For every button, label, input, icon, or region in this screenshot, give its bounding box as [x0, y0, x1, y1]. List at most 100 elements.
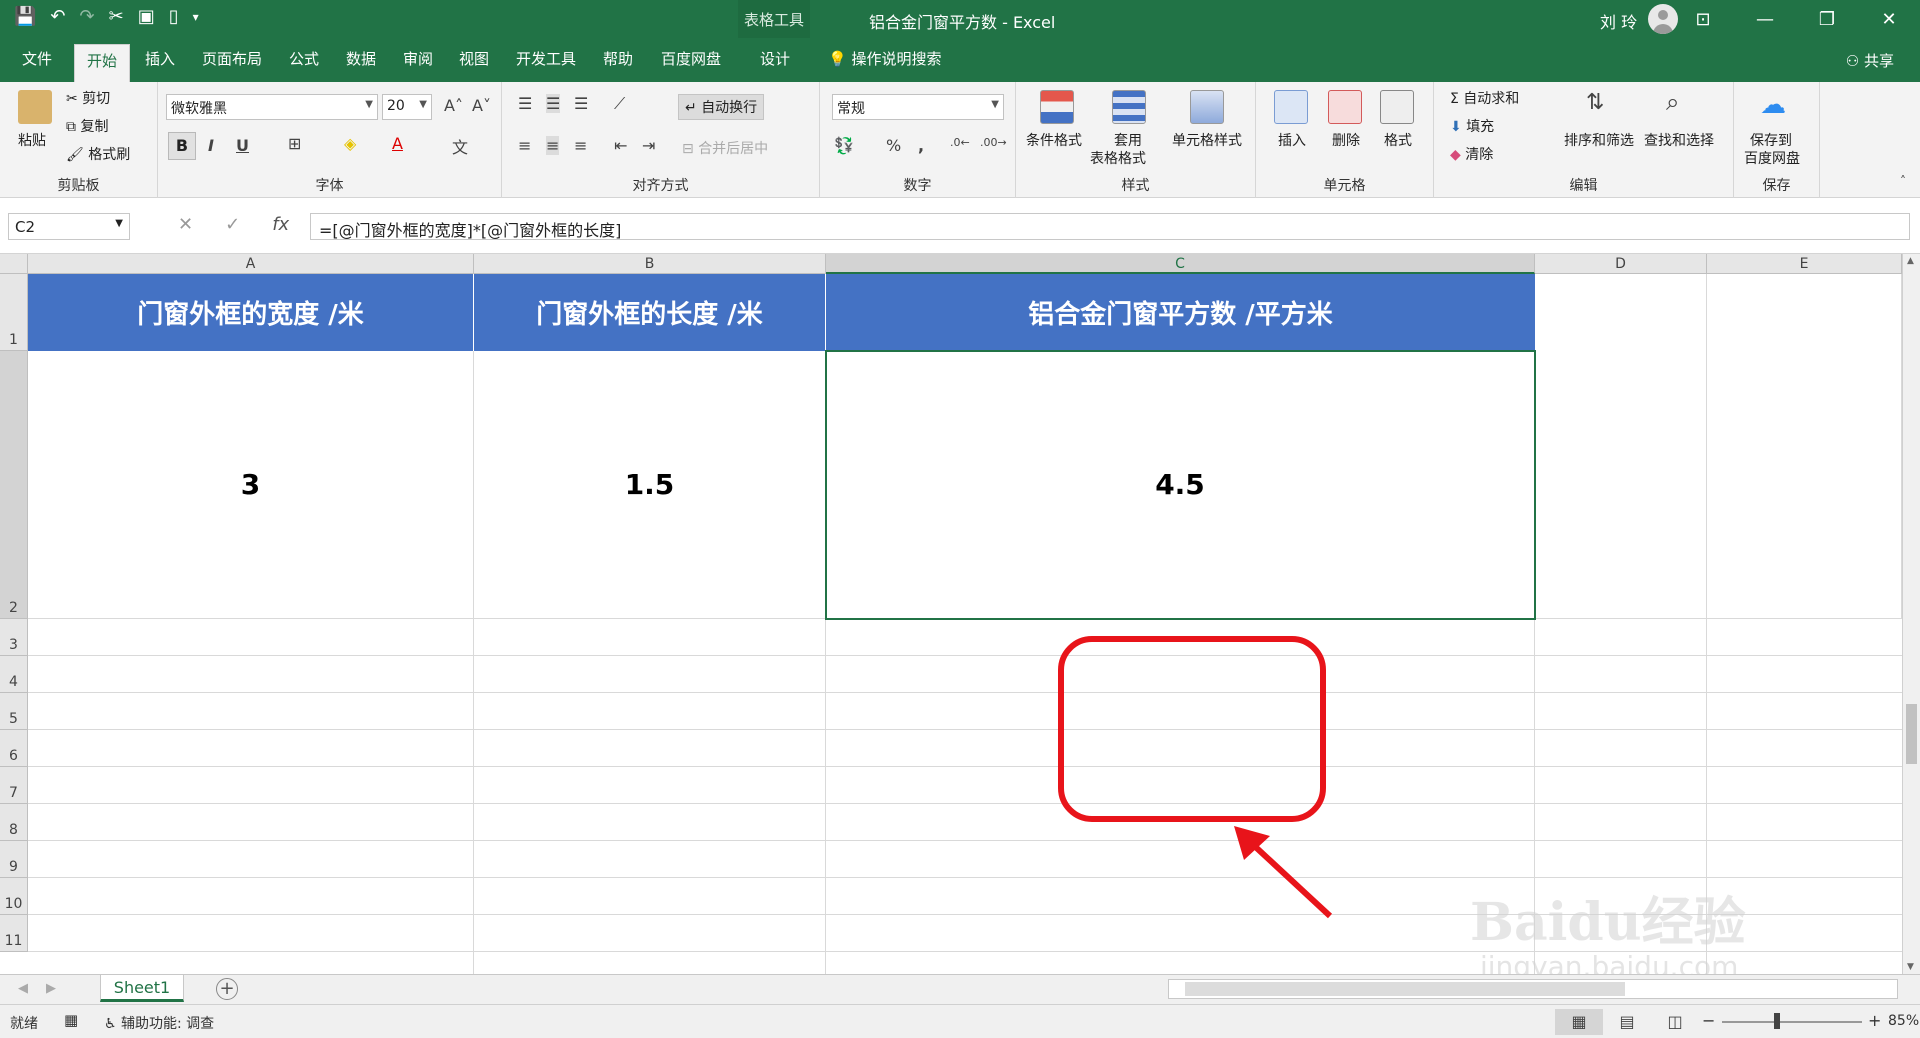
insert-function-icon[interactable]: fx [272, 214, 289, 235]
name-box[interactable]: C2 ▼ [8, 213, 130, 240]
borders-icon[interactable]: ⊞ [288, 134, 301, 153]
underline-button[interactable]: U [236, 136, 249, 155]
collapse-ribbon-icon[interactable]: ˄ [1900, 174, 1906, 188]
ribbon-display-icon[interactable]: ⊡ [1672, 0, 1734, 38]
font-name-select[interactable]: 微软雅黑 ▼ [166, 94, 378, 120]
italic-button[interactable]: I [208, 136, 214, 155]
tab-home[interactable]: 开始 [74, 44, 131, 82]
comma-button[interactable]: , [918, 136, 924, 155]
zoom-out-icon[interactable]: − [1702, 1011, 1715, 1030]
zoom-slider-knob[interactable] [1774, 1013, 1780, 1029]
font-color-icon[interactable]: A [392, 134, 403, 153]
tab-file[interactable]: 文件 [22, 48, 52, 69]
restore-icon[interactable]: ❐ [1796, 0, 1858, 38]
next-sheet-icon[interactable]: ▶ [46, 981, 56, 996]
delete-cells-button[interactable]: 删除 [1332, 130, 1360, 150]
font-size-select[interactable]: 20 ▼ [382, 94, 432, 120]
zoom-slider[interactable] [1722, 1021, 1862, 1023]
confirm-icon[interactable]: ✓ [225, 214, 240, 235]
user-name[interactable]: 刘 玲 [1600, 9, 1637, 33]
tab-baidu-netdisk[interactable]: 百度网盘 [661, 48, 721, 69]
tab-data[interactable]: 数据 [346, 48, 376, 69]
copy-button[interactable]: ⧉ 复制 [66, 116, 108, 136]
percent-button[interactable]: % [886, 136, 901, 155]
column-header-e[interactable]: E [1707, 254, 1902, 274]
minimize-icon[interactable]: — [1734, 0, 1796, 38]
cell-c2[interactable]: 4.5 [825, 350, 1536, 620]
vertical-scroll-thumb[interactable] [1906, 704, 1917, 764]
format-as-table-icon[interactable] [1112, 90, 1146, 124]
wrap-text-button[interactable]: ↵ 自动换行 [678, 94, 765, 120]
close-icon[interactable]: ✕ [1858, 0, 1920, 38]
row-header-3[interactable]: 3 [0, 619, 28, 656]
format-cells-icon[interactable] [1380, 90, 1414, 124]
fill-color-icon[interactable]: ◈ [344, 134, 356, 153]
undo-icon[interactable]: ↶ [50, 6, 65, 27]
page-layout-view-icon[interactable]: ▤ [1603, 1009, 1651, 1035]
format-painter-button[interactable]: 🖌 格式刷 [66, 144, 130, 164]
align-middle-icon[interactable]: ☰ [546, 94, 561, 113]
paste-icon[interactable] [18, 90, 52, 124]
cell-styles-button[interactable]: 单元格样式 [1172, 130, 1242, 150]
currency-icon[interactable]: 💱 [834, 136, 854, 155]
tab-review[interactable]: 审阅 [403, 48, 433, 69]
row-header-7[interactable]: 7 [0, 767, 28, 804]
merge-center-button[interactable]: ⊟ 合并后居中 [682, 138, 768, 158]
fill-button[interactable]: ⬇ 填充 [1450, 116, 1494, 136]
delete-cells-icon[interactable] [1328, 90, 1362, 124]
row-header-1[interactable]: 1 [0, 274, 28, 351]
increase-font-icon[interactable]: A˄ [444, 96, 463, 115]
align-right-icon[interactable]: ≡ [574, 136, 587, 155]
formula-input[interactable]: =[@门窗外框的宽度]*[@门窗外框的长度] [310, 213, 1910, 240]
insert-cells-button[interactable]: 插入 [1278, 130, 1306, 150]
find-select-button[interactable]: 查找和选择 [1644, 130, 1714, 150]
cell-c1[interactable]: 铝合金门窗平方数 /平方米 [826, 274, 1535, 351]
find-icon[interactable]: ⌕ [1666, 88, 1679, 116]
save-icon[interactable]: 💾 [14, 6, 36, 27]
new-icon[interactable]: ▯ [169, 6, 179, 27]
cell-e1-e2[interactable] [1707, 274, 1902, 619]
autosum-button[interactable]: Σ 自动求和 [1450, 88, 1519, 108]
customize-qat-icon[interactable]: ▾ [193, 10, 199, 24]
normal-view-icon[interactable]: ▦ [1555, 1009, 1603, 1035]
add-sheet-icon[interactable]: + [216, 978, 238, 1000]
cell-d1-d2[interactable] [1535, 274, 1707, 619]
column-header-a[interactable]: A [28, 254, 474, 274]
cell-a1[interactable]: 门窗外框的宽度 /米 [28, 274, 474, 351]
tab-help[interactable]: 帮助 [603, 48, 633, 69]
column-header-b[interactable]: B [474, 254, 826, 274]
worksheet-grid[interactable]: A B C D E 1 2 3 4 5 6 7 8 9 10 11 门窗外框的宽… [0, 254, 1920, 974]
redo-icon[interactable]: ↷ [80, 6, 95, 27]
prev-sheet-icon[interactable]: ◀ [18, 981, 28, 996]
decrease-font-icon[interactable]: A˅ [472, 96, 491, 115]
column-header-c[interactable]: C [826, 254, 1535, 274]
align-left-icon[interactable]: ≡ [518, 136, 531, 155]
conditional-format-icon[interactable] [1040, 90, 1074, 124]
number-format-select[interactable]: 常规 ▼ [832, 94, 1004, 120]
cell-styles-icon[interactable] [1190, 90, 1224, 124]
macro-record-icon[interactable]: ▦ [64, 1011, 78, 1029]
sort-filter-button[interactable]: 排序和筛选 [1564, 130, 1634, 150]
zoom-level[interactable]: 85% [1888, 1013, 1919, 1029]
page-break-view-icon[interactable]: ◫ [1651, 1009, 1699, 1035]
row-header-5[interactable]: 5 [0, 693, 28, 730]
horizontal-scroll-thumb[interactable] [1185, 982, 1625, 996]
cut-button[interactable]: ✂ 剪切 [66, 88, 110, 108]
decrease-decimal-icon[interactable]: .00→ [980, 136, 1007, 149]
tab-design[interactable]: 设计 [760, 48, 790, 69]
row-header-2[interactable]: 2 [0, 351, 28, 619]
insert-cells-icon[interactable] [1274, 90, 1308, 124]
horizontal-scrollbar[interactable] [1168, 979, 1898, 999]
align-top-icon[interactable]: ☰ [518, 94, 532, 113]
baidu-cloud-icon[interactable]: ☁ [1760, 90, 1786, 120]
sheet-tab-sheet1[interactable]: Sheet1 [100, 975, 184, 1002]
row-header-11[interactable]: 11 [0, 915, 28, 952]
tab-formulas[interactable]: 公式 [289, 48, 319, 69]
save-to-baidu-button[interactable]: 保存到 [1750, 130, 1792, 150]
format-cells-button[interactable]: 格式 [1384, 130, 1412, 150]
row-header-8[interactable]: 8 [0, 804, 28, 841]
format-as-table-button[interactable]: 套用 [1114, 130, 1142, 150]
row-header-6[interactable]: 6 [0, 730, 28, 767]
cell-b1[interactable]: 门窗外框的长度 /米 [474, 274, 826, 351]
tab-insert[interactable]: 插入 [145, 48, 175, 69]
